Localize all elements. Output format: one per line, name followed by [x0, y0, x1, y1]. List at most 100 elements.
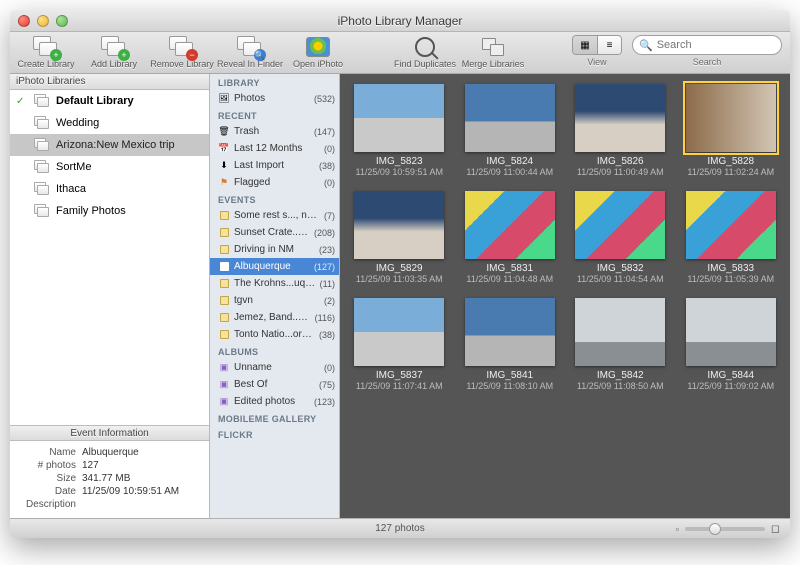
photo-thumbnail[interactable]: IMG_582811/25/09 11:02:24 AM — [686, 84, 777, 177]
trash-icon: 🗑 — [218, 126, 230, 138]
source-item[interactable]: Albuquerque (127) — [210, 258, 339, 275]
library-name: Arizona:New Mexico trip — [56, 139, 203, 151]
magnifier-icon — [415, 37, 435, 57]
source-item[interactable]: Sunset Crate...i Ruins(208) — [210, 224, 339, 241]
source-item[interactable]: 🖼Photos(532) — [210, 90, 339, 107]
photo-thumbnail[interactable]: IMG_584411/25/09 11:09:02 AM — [686, 298, 777, 391]
merge-icon — [482, 38, 504, 56]
iphoto-icon — [306, 37, 330, 57]
photo-date: 11/25/09 11:08:50 AM — [577, 381, 664, 391]
source-item-count: (532) — [314, 94, 335, 104]
library-name: SortMe — [56, 161, 203, 173]
photo-name: IMG_5828 — [707, 156, 754, 167]
zoom-slider-knob[interactable] — [709, 523, 721, 535]
add-library-button[interactable]: + Add Library — [86, 35, 142, 69]
photo-date: 11/25/09 11:00:49 AM — [577, 167, 664, 177]
source-item[interactable]: Some rest s..., near AZ (7) — [210, 207, 339, 224]
import-icon: ⬇ — [218, 160, 230, 172]
event-icon — [218, 278, 230, 290]
source-item-label: Some rest s..., near AZ — [234, 210, 320, 221]
view-grid-button[interactable]: ▦ — [573, 36, 597, 54]
photo-date: 11/25/09 11:07:41 AM — [356, 381, 443, 391]
source-item-label: Tonto Natio...orest, Az — [234, 329, 315, 340]
find-duplicates-button[interactable]: Find Duplicates — [397, 35, 453, 69]
photo-thumbnail[interactable]: IMG_583311/25/09 11:05:39 AM — [686, 191, 777, 284]
source-item[interactable]: ▣Best Of(75) — [210, 376, 339, 393]
titlebar: iPhoto Library Manager — [10, 10, 790, 32]
source-item[interactable]: 🗑Trash(147) — [210, 123, 339, 140]
source-group-header: FLICKR — [210, 426, 339, 442]
library-row[interactable]: ✓ Default Library — [10, 90, 209, 112]
libraries-list: ✓ Default Library Wedding Arizona:New Mexic… — [10, 90, 209, 425]
source-item[interactable]: tgvn(2) — [210, 292, 339, 309]
source-item-label: Albuquerque — [234, 261, 310, 272]
remove-library-button[interactable]: − Remove Library — [154, 35, 210, 69]
libraries-panel: iPhoto Libraries ✓Default LibraryWedding… — [10, 74, 210, 518]
source-group-header: ALBUMS — [210, 343, 339, 359]
source-item[interactable]: ▣Edited photos(123) — [210, 393, 339, 410]
source-item-count: (7) — [324, 211, 335, 221]
window-title: iPhoto Library Manager — [10, 14, 790, 28]
library-row[interactable]: SortMe — [10, 156, 209, 178]
zoom-control[interactable]: ▫ ◻ — [676, 522, 780, 535]
source-item-count: (127) — [314, 262, 335, 272]
flag-icon: ⚑ — [218, 177, 230, 189]
photo-date: 11/25/09 11:02:24 AM — [687, 167, 774, 177]
source-item[interactable]: ⬇Last Import(38) — [210, 157, 339, 174]
source-group-header: EVENTS — [210, 191, 339, 207]
photo-name: IMG_5844 — [707, 370, 754, 381]
source-item-label: Last Import — [234, 160, 315, 171]
source-item[interactable]: ⚑Flagged(0) — [210, 174, 339, 191]
photo-thumbnail[interactable]: IMG_584211/25/09 11:08:50 AM — [575, 298, 666, 391]
photo-thumbnail[interactable]: IMG_583111/25/09 11:04:48 AM — [465, 191, 556, 284]
library-row[interactable]: Ithaca — [10, 178, 209, 200]
photo-image — [575, 191, 665, 259]
source-item[interactable]: Jemez, Band...4 views(116) — [210, 309, 339, 326]
library-row[interactable]: Family Photos — [10, 200, 209, 222]
source-item-count: (208) — [314, 228, 335, 238]
source-item[interactable]: The Krohns...uquerque(11) — [210, 275, 339, 292]
photo-thumbnail[interactable]: IMG_584111/25/09 11:08:10 AM — [465, 298, 556, 391]
event-icon — [218, 329, 230, 341]
create-library-button[interactable]: + Create Library — [18, 35, 74, 69]
zoom-small-icon: ▫ — [676, 524, 679, 534]
source-item[interactable]: 📅Last 12 Months(0) — [210, 140, 339, 157]
photo-thumbnail[interactable]: IMG_582311/25/09 10:59:51 AM — [354, 84, 445, 177]
reveal-in-finder-button[interactable]: 🔍 Reveal In Finder — [222, 35, 278, 69]
photo-grid-panel: IMG_582311/25/09 10:59:51 AMIMG_582411/2… — [340, 74, 790, 518]
source-item[interactable]: Driving in NM(23) — [210, 241, 339, 258]
open-iphoto-button[interactable]: Open iPhoto — [290, 35, 346, 69]
library-row[interactable]: Wedding — [10, 112, 209, 134]
search-field[interactable]: 🔍 — [632, 35, 782, 55]
photo-name: IMG_5833 — [707, 263, 754, 274]
photo-image — [465, 191, 555, 259]
library-row[interactable]: Arizona:New Mexico trip — [10, 134, 209, 156]
source-item[interactable]: Tonto Natio...orest, Az(38) — [210, 326, 339, 343]
magnifier-badge-icon: 🔍 — [254, 49, 266, 61]
source-item[interactable]: ▣Unname(0) — [210, 359, 339, 376]
photo-thumbnail[interactable]: IMG_582611/25/09 11:00:49 AM — [575, 84, 666, 177]
view-list-button[interactable]: ≡ — [597, 36, 621, 54]
photo-date: 11/25/09 10:59:51 AM — [356, 167, 443, 177]
event-icon — [218, 295, 230, 307]
library-check-icon: ✓ — [16, 96, 28, 107]
merge-libraries-button[interactable]: Merge Libraries — [465, 35, 521, 69]
library-name: Default Library — [56, 95, 203, 107]
view-mode-segment[interactable]: ▦ ≡ — [572, 35, 622, 55]
event-icon — [218, 244, 230, 256]
source-item-label: Jemez, Band...4 views — [234, 312, 311, 323]
source-item-label: Best Of — [234, 379, 315, 390]
source-item-count: (147) — [314, 127, 335, 137]
toolbar: + Create Library + Add Library − Remove … — [10, 32, 790, 74]
photo-thumbnail[interactable]: IMG_583711/25/09 11:07:41 AM — [354, 298, 445, 391]
library-icon — [34, 160, 50, 174]
search-input[interactable] — [657, 39, 780, 51]
zoom-slider[interactable] — [685, 527, 765, 531]
photo-name: IMG_5826 — [597, 156, 644, 167]
photo-thumbnail[interactable]: IMG_582911/25/09 11:03:35 AM — [354, 191, 445, 284]
event-info-body: NameAlbuquerque # photos127 Size341.77 M… — [10, 441, 209, 518]
info-size: 341.77 MB — [82, 473, 130, 484]
photo-thumbnail[interactable]: IMG_582411/25/09 11:00:44 AM — [465, 84, 556, 177]
photo-name: IMG_5831 — [486, 263, 533, 274]
photo-thumbnail[interactable]: IMG_583211/25/09 11:04:54 AM — [575, 191, 666, 284]
